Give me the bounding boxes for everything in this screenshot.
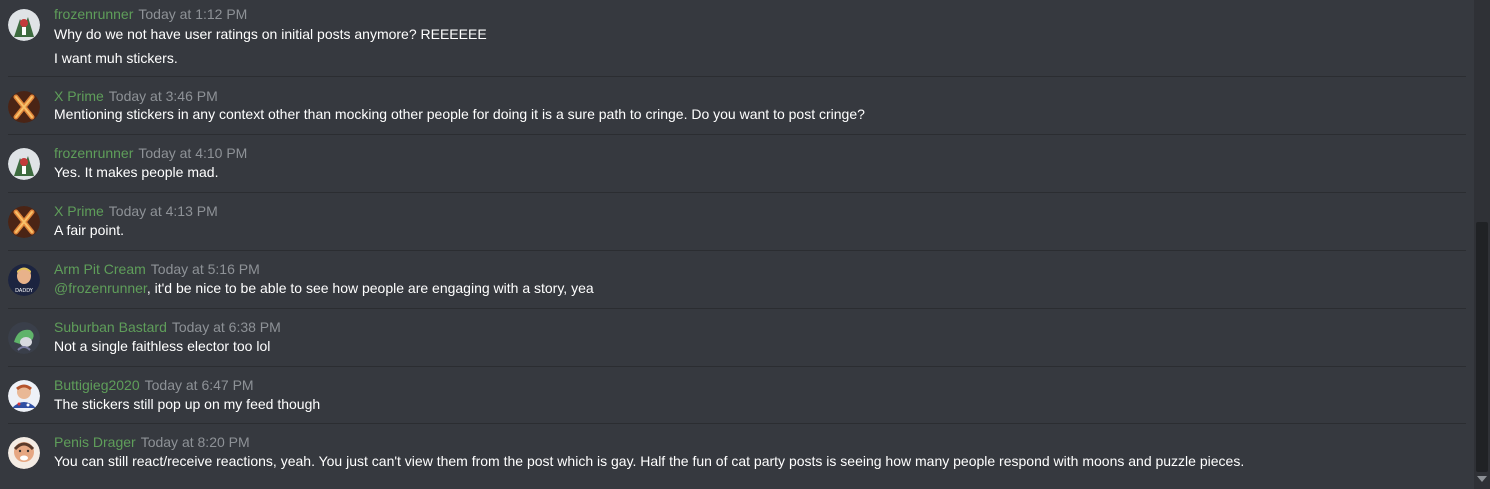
message-text-body: , it'd be nice to be able to see how peo… — [146, 280, 594, 296]
x-prime-avatar[interactable] — [8, 91, 40, 123]
message-text: Why do we not have user ratings on initi… — [54, 26, 487, 42]
message: X Prime Today at 4:13 PM A fair point. — [8, 199, 1466, 247]
frozenrunner-avatar[interactable] — [8, 9, 40, 41]
message-text: @frozenrunner, it'd be nice to be able t… — [54, 279, 594, 297]
message-divider — [8, 366, 1466, 367]
message-divider — [8, 308, 1466, 309]
message-header: X Prime Today at 3:46 PM — [54, 87, 218, 105]
author-name[interactable]: frozenrunner — [54, 6, 133, 22]
author-name[interactable]: Buttigieg2020 — [54, 377, 140, 393]
message-divider — [8, 192, 1466, 193]
timestamp: Today at 6:38 PM — [171, 319, 281, 335]
message-header: Buttigieg2020 Today at 6:47 PM — [54, 376, 254, 394]
scroll-down-arrow-icon[interactable] — [1477, 476, 1487, 482]
message-text: Not a single faithless elector too lol — [54, 338, 271, 354]
avatar-caption: DADDY — [15, 288, 34, 294]
buttigieg2020-avatar[interactable] — [8, 380, 40, 412]
message: frozenrunner Today at 4:10 PM Yes. It mak… — [8, 141, 1466, 189]
message-header: Arm Pit Cream Today at 5:16 PM — [54, 260, 260, 278]
message-text: I want muh stickers. — [54, 50, 178, 66]
message-text: A fair point. — [54, 222, 125, 238]
timestamp: Today at 4:13 PM — [108, 203, 218, 219]
message: Penis Drager Today at 8:20 PM You can sti… — [8, 430, 1466, 478]
timestamp: Today at 1:12 PM — [138, 6, 248, 22]
timestamp: Today at 4:10 PM — [138, 145, 248, 161]
frozenrunner-avatar[interactable] — [8, 148, 40, 180]
message-text: Mentioning stickers in any context other… — [54, 106, 865, 122]
arm-pit-cream-avatar[interactable]: DADDY — [8, 264, 40, 296]
scrollbar-thumb[interactable] — [1476, 222, 1488, 472]
message-header: Penis Drager Today at 8:20 PM — [54, 433, 250, 451]
message-divider — [8, 423, 1466, 424]
author-name[interactable]: X Prime — [54, 203, 104, 219]
author-name[interactable]: Arm Pit Cream — [54, 261, 146, 277]
author-name[interactable]: X Prime — [54, 88, 104, 104]
timestamp: Today at 6:47 PM — [144, 377, 254, 393]
author-name[interactable]: frozenrunner — [54, 145, 133, 161]
message: Buttigieg2020 Today at 6:47 PM The sticke… — [8, 373, 1466, 421]
message-divider — [8, 76, 1466, 77]
author-name[interactable]: Suburban Bastard — [54, 319, 167, 335]
suburban-bastard-avatar[interactable] — [8, 322, 40, 354]
scrollbar[interactable] — [1474, 0, 1490, 489]
message: X Prime Today at 3:46 PM Mentioning stick… — [8, 84, 1466, 132]
user-mention[interactable]: @frozenrunner — [54, 280, 147, 296]
message-text: Yes. It makes people mad. — [54, 164, 219, 180]
timestamp: Today at 8:20 PM — [140, 434, 250, 450]
message-divider — [8, 134, 1466, 135]
timestamp: Today at 3:46 PM — [108, 88, 218, 104]
message-header: X Prime Today at 4:13 PM — [54, 202, 218, 220]
message-text: The stickers still pop up on my feed tho… — [54, 396, 321, 412]
message-header: Suburban Bastard Today at 6:38 PM — [54, 318, 281, 336]
author-name[interactable]: Penis Drager — [54, 434, 136, 450]
message-list[interactable]: frozenrunner Today at 1:12 PM Why do we n… — [0, 0, 1474, 489]
penis-drager-avatar[interactable] — [8, 437, 40, 469]
message-header: frozenrunner Today at 1:12 PM — [54, 5, 247, 23]
message: frozenrunner Today at 1:12 PM Why do we n… — [8, 2, 1466, 74]
message-divider — [8, 250, 1466, 251]
message-text: You can still react/receive reactions, y… — [54, 453, 1245, 469]
message: DADDY Arm Pit Cream Today at 5:16 PM @fro… — [8, 257, 1466, 305]
timestamp: Today at 5:16 PM — [150, 261, 260, 277]
message-header: frozenrunner Today at 4:10 PM — [54, 144, 247, 162]
message: Suburban Bastard Today at 6:38 PM Not a s… — [8, 315, 1466, 363]
x-prime-avatar[interactable] — [8, 206, 40, 238]
